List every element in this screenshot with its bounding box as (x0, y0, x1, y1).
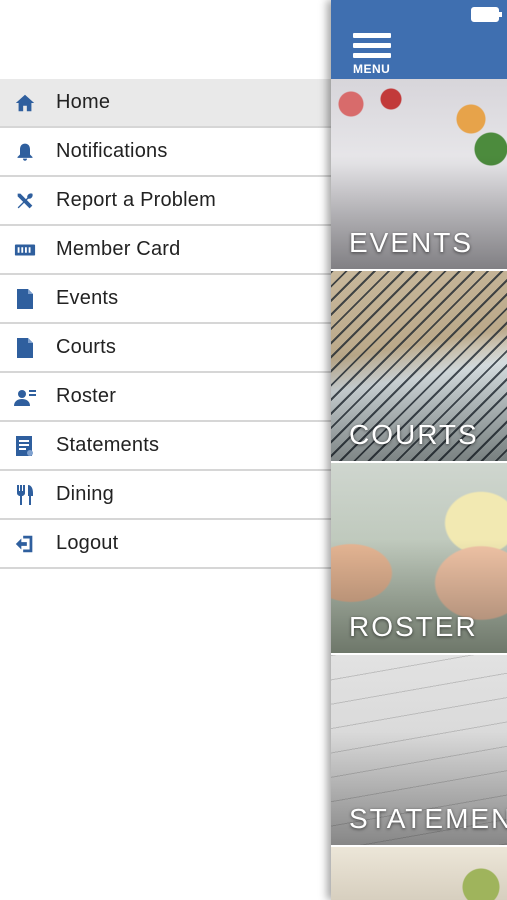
card-icon (13, 238, 37, 262)
menu-item-label: Home (56, 91, 111, 113)
menu-item-label: Statements (56, 434, 160, 456)
document-icon (13, 336, 37, 360)
menu-item-label: Logout (56, 532, 119, 554)
tile-dining[interactable] (331, 847, 507, 900)
statement-icon (13, 434, 37, 458)
menu-item-label: Dining (56, 483, 114, 505)
tile-caption: STATEMENTS (349, 803, 507, 834)
menu-item-label: Courts (56, 336, 117, 358)
menu-item-roster[interactable]: Roster (0, 373, 331, 422)
menu-item-member-card[interactable]: Member Card (0, 226, 331, 275)
menu-item-home[interactable]: Home (0, 79, 331, 128)
tile-caption: ROSTER (349, 611, 478, 642)
top-bar: MENU (331, 0, 507, 79)
tile-roster[interactable]: ROSTER (331, 463, 507, 653)
logout-icon (13, 532, 37, 556)
roster-icon (13, 385, 37, 409)
menu-list: Home Notifications Report a Problem Memb… (0, 79, 331, 569)
tile-statements[interactable]: STATEMENTS (331, 655, 507, 845)
main-panel: MENU EVENTS COURTS ROSTER STATEMENTS (331, 0, 507, 900)
menu-item-label: Roster (56, 385, 117, 407)
hamburger-icon (353, 33, 391, 38)
tile-caption: EVENTS (349, 227, 474, 258)
dining-icon (13, 483, 37, 507)
tile-courts[interactable]: COURTS (331, 271, 507, 461)
menu-item-report-problem[interactable]: Report a Problem (0, 177, 331, 226)
tile-caption: COURTS (349, 419, 479, 450)
document-icon (13, 287, 37, 311)
menu-item-dining[interactable]: Dining (0, 471, 331, 520)
battery-icon (471, 7, 502, 22)
tile-events[interactable]: EVENTS (331, 79, 507, 269)
menu-button[interactable]: MENU (353, 33, 393, 76)
menu-item-statements[interactable]: Statements (0, 422, 331, 471)
menu-item-logout[interactable]: Logout (0, 520, 331, 569)
menu-item-events[interactable]: Events (0, 275, 331, 324)
menu-item-notifications[interactable]: Notifications (0, 128, 331, 177)
hamburger-bar (353, 53, 391, 58)
menu-item-label: Notifications (56, 140, 168, 162)
hamburger-bar (353, 43, 391, 48)
tools-icon (13, 189, 37, 213)
navigation-drawer: Home Notifications Report a Problem Memb… (0, 0, 331, 900)
menu-item-label: Member Card (56, 238, 181, 260)
bell-icon (13, 140, 37, 164)
menu-item-label: Events (56, 287, 119, 309)
menu-button-label: MENU (353, 62, 391, 76)
home-icon (13, 91, 37, 115)
menu-item-label: Report a Problem (56, 189, 216, 211)
menu-item-courts[interactable]: Courts (0, 324, 331, 373)
